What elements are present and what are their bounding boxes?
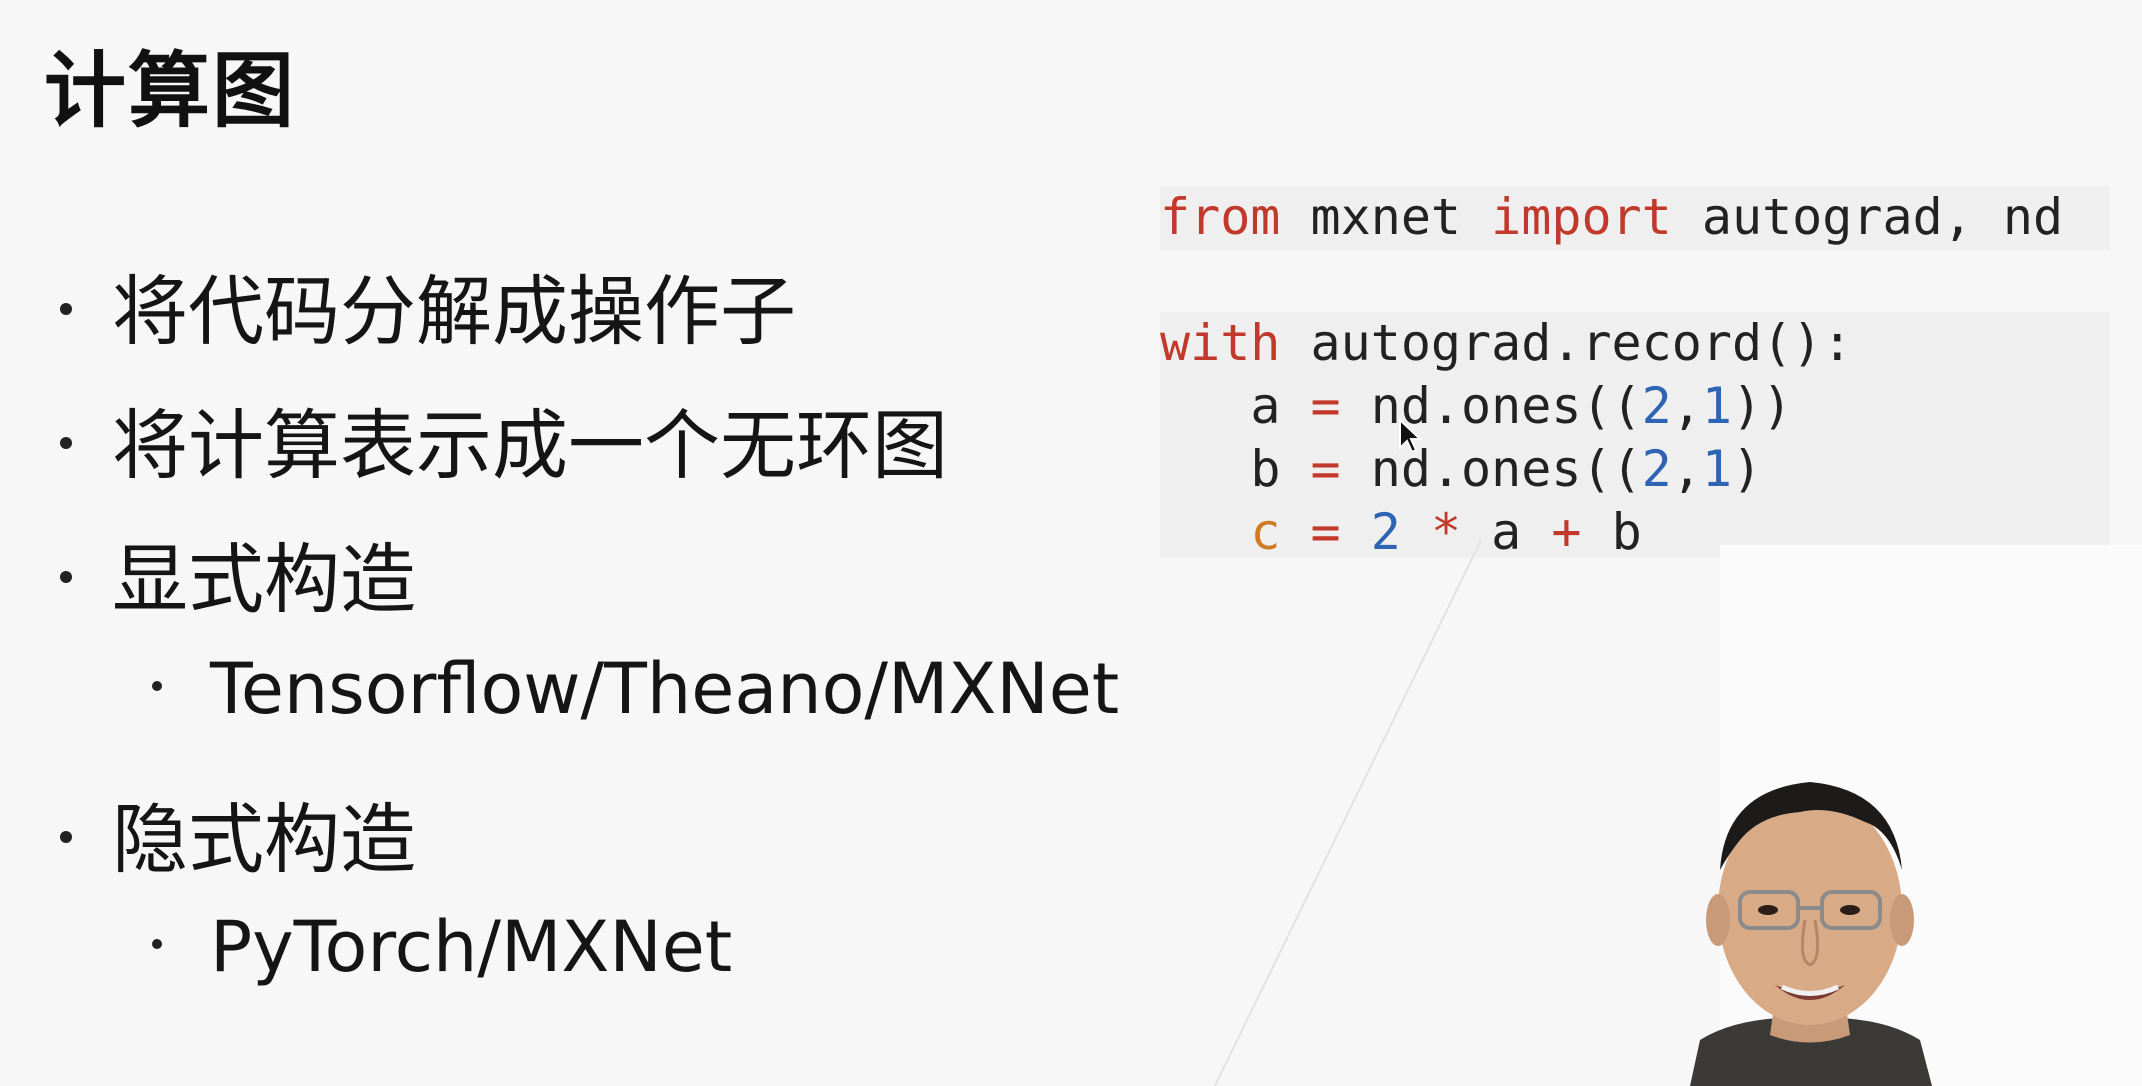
sub-bullet-item: Tensorflow/Theano/MXNet bbox=[152, 648, 1119, 730]
bullet-item: 隐式构造 bbox=[60, 778, 416, 888]
bullet-item: 显式构造 bbox=[60, 518, 416, 628]
code-punct: , bbox=[1671, 377, 1702, 435]
code-text: autograd.record(): bbox=[1280, 314, 1853, 372]
code-variable: a bbox=[1250, 377, 1281, 435]
bullet-dot-icon bbox=[152, 938, 162, 949]
code-variable: a bbox=[1491, 503, 1522, 561]
bullet-text: 将计算表示成一个无环图 bbox=[112, 401, 948, 490]
code-punct: , bbox=[1671, 440, 1702, 498]
code-line-with: with autograd.record(): bbox=[1160, 312, 2063, 375]
code-keyword: import bbox=[1491, 188, 1672, 246]
bullet-item: 将代码分解成操作子 bbox=[60, 250, 796, 360]
bullet-dot-icon bbox=[60, 437, 72, 449]
code-snippet: from mxnet import autograd, nd with auto… bbox=[1160, 186, 2063, 564]
code-line-b: b = nd.ones((2,1) bbox=[1160, 438, 2063, 501]
code-variable: c bbox=[1250, 503, 1281, 561]
code-operator: = bbox=[1280, 377, 1371, 435]
code-variable: b bbox=[1611, 503, 1642, 561]
code-punct: ) bbox=[1732, 440, 1763, 498]
slide: 计算图 将代码分解成操作子 将计算表示成一个无环图 显式构造 Tensorflo… bbox=[0, 0, 2142, 1086]
bullet-text: 将代码分解成操作子 bbox=[112, 267, 796, 356]
code-number: 1 bbox=[1701, 377, 1732, 435]
code-number: 2 bbox=[1370, 503, 1401, 561]
code-keyword: with bbox=[1160, 314, 1281, 372]
divider-line bbox=[1208, 540, 1482, 1086]
code-operator: = bbox=[1280, 440, 1371, 498]
presenter-video bbox=[1690, 782, 1932, 1086]
bullet-text: Tensorflow/Theano/MXNet bbox=[210, 648, 1120, 730]
mouse-pointer-icon bbox=[1399, 418, 1422, 454]
code-number: 1 bbox=[1701, 440, 1732, 498]
bullet-item: 将计算表示成一个无环图 bbox=[60, 384, 948, 494]
code-punct: )) bbox=[1732, 377, 1793, 435]
bullet-text: PyTorch/MXNet bbox=[210, 906, 733, 988]
code-module: mxnet bbox=[1280, 188, 1492, 246]
bullet-dot-icon bbox=[60, 571, 72, 583]
code-operator: * bbox=[1400, 503, 1492, 561]
bullet-dot-icon bbox=[60, 831, 72, 843]
bullet-dot-icon bbox=[60, 303, 72, 315]
code-keyword: from bbox=[1160, 188, 1281, 246]
code-line-import: from mxnet import autograd, nd bbox=[1160, 186, 2063, 249]
code-text: autograd, nd bbox=[1671, 188, 2064, 246]
sub-bullet-item: PyTorch/MXNet bbox=[152, 906, 732, 988]
code-line-a: a = nd.ones((2,1)) bbox=[1160, 375, 2063, 438]
bullet-dot-icon bbox=[152, 680, 162, 691]
bullet-text: 显式构造 bbox=[112, 535, 416, 624]
code-number: 2 bbox=[1641, 377, 1672, 435]
slide-title: 计算图 bbox=[44, 44, 297, 139]
code-number: 2 bbox=[1641, 440, 1672, 498]
code-operator: + bbox=[1521, 503, 1612, 561]
code-variable: b bbox=[1250, 440, 1281, 498]
code-operator: = bbox=[1280, 503, 1371, 561]
bullet-text: 隐式构造 bbox=[112, 795, 416, 884]
